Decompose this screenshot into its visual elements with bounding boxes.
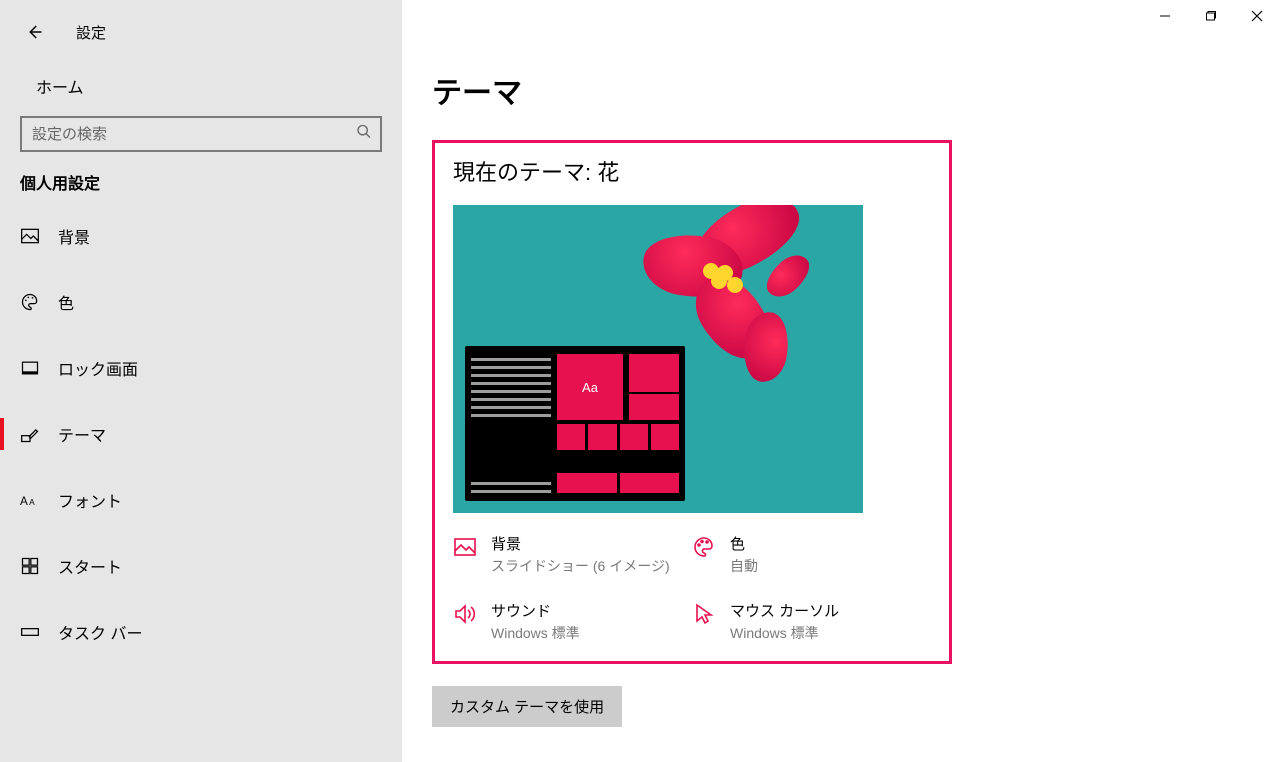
window-controls [1142,0,1280,32]
option-sound[interactable]: サウンド Windows 標準 [453,600,692,643]
nav-themes[interactable]: テーマ [0,410,402,458]
custom-theme-button[interactable]: カスタム テーマを使用 [432,686,622,727]
section-label: 個人用設定 [0,170,402,212]
option-subtitle: Windows 標準 [491,623,580,643]
theme-options: 背景 スライドショー (6 イメージ) 色 自動 サウンド Windows [453,533,931,643]
cursor-icon [692,602,716,626]
lockscreen-icon [20,358,40,378]
preview-tile-text: Aa [557,354,623,420]
pencil-icon [20,424,40,444]
nav-colors[interactable]: 色 [0,278,402,326]
image-icon [20,226,40,246]
nav-label: テーマ [58,422,106,446]
sidebar: 設定 ホーム 個人用設定 背景 色 ロック画面 [0,0,402,762]
home-nav[interactable]: ホーム [0,64,402,116]
option-color[interactable]: 色 自動 [692,533,931,576]
app-title: 設定 [76,22,106,43]
nav-label: フォント [58,488,122,512]
maximize-icon [1205,10,1217,22]
option-title: 背景 [491,533,670,554]
font-icon: AA [20,490,40,510]
current-theme-label: 現在のテーマ: 花 [453,155,931,187]
home-label: ホーム [36,74,84,98]
image-icon [453,535,477,559]
search-input[interactable] [20,116,382,152]
sidebar-header: 設定 [0,10,402,64]
current-theme-panel: 現在のテーマ: 花 Aa [432,140,952,664]
palette-icon [20,292,40,312]
option-title: 色 [730,533,758,554]
maximize-button[interactable] [1188,0,1234,32]
main-content: テーマ 現在のテーマ: 花 Aa [402,0,1280,762]
mini-desktop-preview: Aa [465,346,685,501]
search-box [20,116,382,152]
option-cursor[interactable]: マウス カーソル Windows 標準 [692,600,931,643]
nav-label: 色 [58,290,74,314]
option-title: マウス カーソル [730,600,839,621]
nav-label: 背景 [58,224,90,248]
page-title: テーマ [432,68,1280,112]
palette-icon [692,535,716,559]
arrow-left-icon [25,23,43,41]
option-subtitle: スライドショー (6 イメージ) [491,556,670,576]
option-subtitle: 自動 [730,556,758,576]
search-icon [356,124,372,145]
close-icon [1251,10,1263,22]
svg-text:A: A [20,495,28,508]
nav-label: タスク バー [58,620,142,644]
minimize-icon [1159,10,1171,22]
option-subtitle: Windows 標準 [730,623,839,643]
nav-start[interactable]: スタート [0,542,402,590]
nav-lockscreen[interactable]: ロック画面 [0,344,402,392]
start-icon [20,556,40,576]
sound-icon [453,602,477,626]
nav-label: スタート [58,554,122,578]
close-button[interactable] [1234,0,1280,32]
taskbar-icon [20,622,40,642]
svg-text:A: A [29,497,35,507]
back-button[interactable] [20,18,48,46]
nav-background[interactable]: 背景 [0,212,402,260]
option-title: サウンド [491,600,580,621]
nav-taskbar[interactable]: タスク バー [0,608,402,656]
nav-fonts[interactable]: AA フォント [0,476,402,524]
nav-label: ロック画面 [58,356,138,380]
minimize-button[interactable] [1142,0,1188,32]
theme-preview: Aa [453,205,863,513]
option-background[interactable]: 背景 スライドショー (6 イメージ) [453,533,692,576]
